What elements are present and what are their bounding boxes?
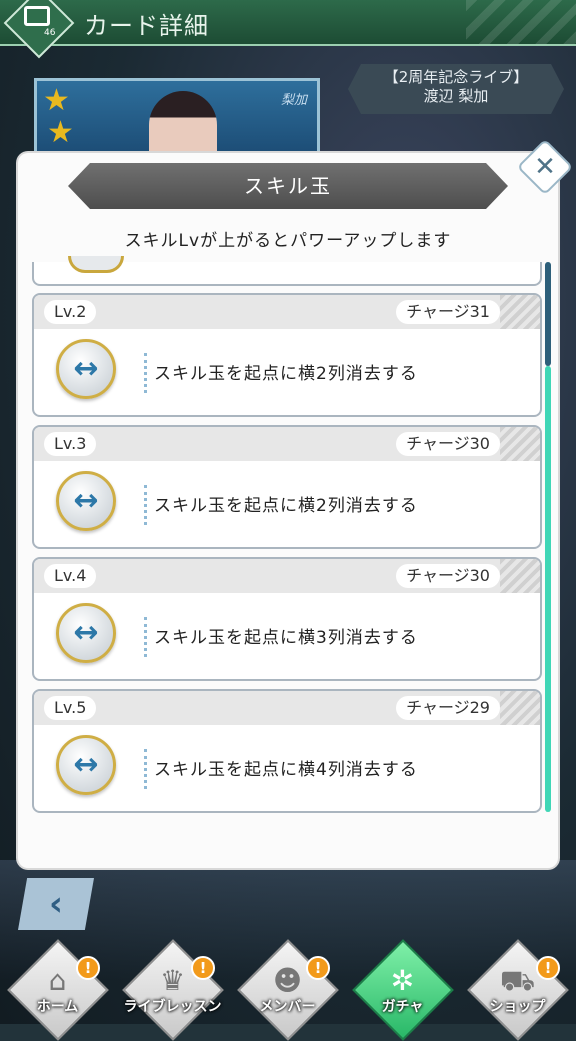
nav-item-member[interactable]: ☻ メンバー ! — [230, 939, 345, 1041]
card-event-name: 【2周年記念ライブ】 — [383, 68, 529, 86]
member-portrait — [149, 91, 217, 157]
level-label: Lv.4 — [44, 564, 97, 588]
separator — [144, 617, 147, 657]
skill-description: スキル玉を起点に横2列消去する — [154, 496, 418, 516]
charge-label: チャージ29 — [396, 696, 500, 720]
header-stripe — [500, 691, 540, 725]
skill-ball-icon: ↔ — [56, 339, 116, 399]
list-item: Lv.4 チャージ30 ↔ スキル玉を起点に横3列消去する — [32, 557, 542, 681]
charge-label: チャージ30 — [396, 432, 500, 456]
horizontal-arrow-icon: ↔ — [73, 615, 99, 650]
separator — [144, 353, 147, 393]
header-icon-number: 46 — [44, 28, 56, 38]
horizontal-arrow-icon: ↔ — [73, 747, 99, 782]
nav-item-lesson[interactable]: ♛ ライブレッスン ! — [115, 939, 230, 1041]
skill-ball-icon: ↔ — [56, 735, 116, 795]
separator — [144, 485, 147, 525]
nav-label: ホーム — [36, 999, 79, 1015]
notification-badge: ! — [306, 956, 330, 980]
signature: 梨加 — [280, 93, 307, 108]
rarity-star-icon: ★ — [47, 115, 74, 150]
list-item: Lv.5 チャージ29 ↔ スキル玉を起点に横4列消去する — [32, 689, 542, 813]
notification-badge: ! — [536, 956, 560, 980]
scrollbar-thumb[interactable] — [545, 262, 551, 366]
bottom-nav: ⌂ ホーム ! ♛ ライブレッスン ! ☻ メンバー ! ✲ ガチャ ⛟ ショッ… — [0, 939, 576, 1041]
skill-ball-icon: ↔ — [56, 603, 116, 663]
header-stripe — [500, 559, 540, 593]
horizontal-arrow-icon: ↔ — [73, 351, 99, 386]
header-stripe — [500, 427, 540, 461]
gacha-icon: ✲ — [390, 964, 415, 997]
list-item: Lv.3 チャージ30 ↔ スキル玉を起点に横2列消去する — [32, 425, 542, 549]
nav-label: メンバー — [259, 999, 316, 1015]
level-label: Lv.2 — [44, 300, 97, 324]
skill-description: スキル玉を起点に横4列消去する — [154, 760, 418, 780]
level-label: Lv.5 — [44, 696, 97, 720]
horizontal-arrow-icon: ↔ — [73, 483, 99, 518]
card-member-name: 渡辺 梨加 — [423, 87, 489, 105]
close-icon[interactable]: ✕ — [525, 147, 565, 187]
page-title: カード詳細 — [84, 12, 209, 40]
nav-item-gacha[interactable]: ✲ ガチャ — [345, 939, 460, 1041]
skill-ball-icon: ↔ — [56, 471, 116, 531]
scrollbar-fill — [545, 366, 551, 812]
skill-description: スキル玉を起点に横2列消去する — [154, 364, 418, 384]
notification-badge: ! — [76, 956, 100, 980]
nav-label: ライブレッスン — [123, 999, 222, 1015]
charge-label: チャージ30 — [396, 564, 500, 588]
card-info-plate: 【2周年記念ライブ】 渡辺 梨加 — [348, 64, 564, 114]
book-icon — [24, 6, 50, 26]
separator — [144, 749, 147, 789]
header-decoration — [466, 0, 576, 44]
charge-label: チャージ31 — [396, 300, 500, 324]
rarity-star-icon: ★ — [43, 83, 70, 118]
modal-subtitle: スキルLvが上がるとパワーアップします — [124, 231, 452, 251]
skill-ball-icon — [68, 256, 124, 273]
nav-label: ショップ — [489, 999, 546, 1015]
header-stripe — [500, 295, 540, 329]
nav-item-shop[interactable]: ⛟ ショップ ! — [460, 939, 575, 1041]
nav-item-home[interactable]: ⌂ ホーム ! — [0, 939, 115, 1041]
notification-badge: ! — [191, 956, 215, 980]
nav-label: ガチャ — [381, 999, 424, 1015]
back-arrow-icon[interactable]: ‹ — [18, 878, 94, 930]
modal-title: スキル玉 — [244, 174, 332, 198]
skill-description: スキル玉を起点に横3列消去する — [154, 628, 418, 648]
list-item: Lv.2 チャージ31 ↔ スキル玉を起点に横2列消去する — [32, 293, 542, 417]
level-label: Lv.3 — [44, 432, 97, 456]
card-thumbnail: ★ ★ 梨加 — [34, 78, 320, 158]
